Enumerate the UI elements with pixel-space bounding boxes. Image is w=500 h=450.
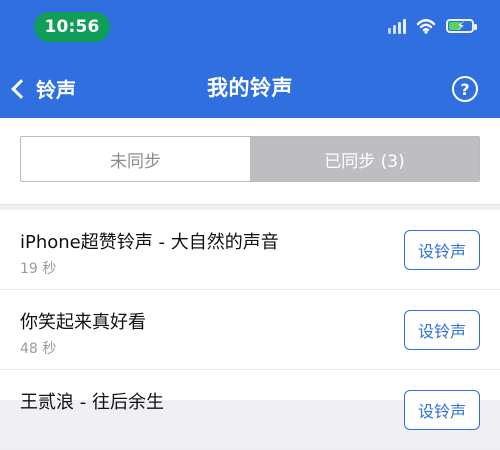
battery-charging-icon: ⚡: [446, 19, 477, 33]
tab-unsynced-label: 未同步: [110, 151, 161, 172]
set-ringtone-button[interactable]: 设铃声: [404, 310, 480, 350]
ringtone-name: iPhone超赞铃声 - 大自然的声音: [20, 232, 279, 253]
bolt-icon: ⚡: [456, 19, 466, 33]
ringtone-name: 王贰浪 - 往后余生: [20, 392, 164, 413]
list-item[interactable]: iPhone超赞铃声 - 大自然的声音 19 秒 设铃声: [0, 210, 500, 290]
wifi-icon: [416, 18, 436, 34]
tab-unsynced[interactable]: 未同步: [21, 137, 250, 181]
tab-synced[interactable]: 已同步 (3): [250, 137, 479, 181]
ringtone-list: iPhone超赞铃声 - 大自然的声音 19 秒 设铃声 你笑起来真好看 48 …: [0, 210, 500, 450]
tab-synced-label: 已同步 (3): [324, 151, 405, 172]
list-item[interactable]: 王贰浪 - 往后余生 设铃声: [0, 370, 500, 450]
sync-segmented-control: 未同步 已同步 (3): [20, 136, 480, 182]
ringtone-duration: 19 秒: [20, 261, 57, 277]
help-button[interactable]: ?: [452, 76, 478, 102]
status-time: 10:56: [44, 17, 100, 37]
navigation-bar: 铃声 我的铃声 ?: [0, 60, 500, 116]
list-item[interactable]: 你笑起来真好看 48 秒 设铃声: [0, 290, 500, 370]
ringtone-duration: 48 秒: [20, 341, 57, 357]
sync-filter-area: 未同步 已同步 (3): [0, 118, 500, 205]
time-pill: 10:56: [34, 12, 110, 42]
set-ringtone-button[interactable]: 设铃声: [404, 230, 480, 270]
ringtone-name: 你笑起来真好看: [20, 312, 146, 333]
set-ringtone-button[interactable]: 设铃声: [404, 390, 480, 430]
question-mark-icon: ?: [460, 79, 470, 99]
status-icons: ⚡: [388, 18, 477, 34]
top-header: 10:56 ⚡ 铃声 我的铃声 ?: [0, 0, 500, 118]
page-title: 我的铃声: [207, 76, 293, 100]
signal-icon: [388, 18, 406, 34]
